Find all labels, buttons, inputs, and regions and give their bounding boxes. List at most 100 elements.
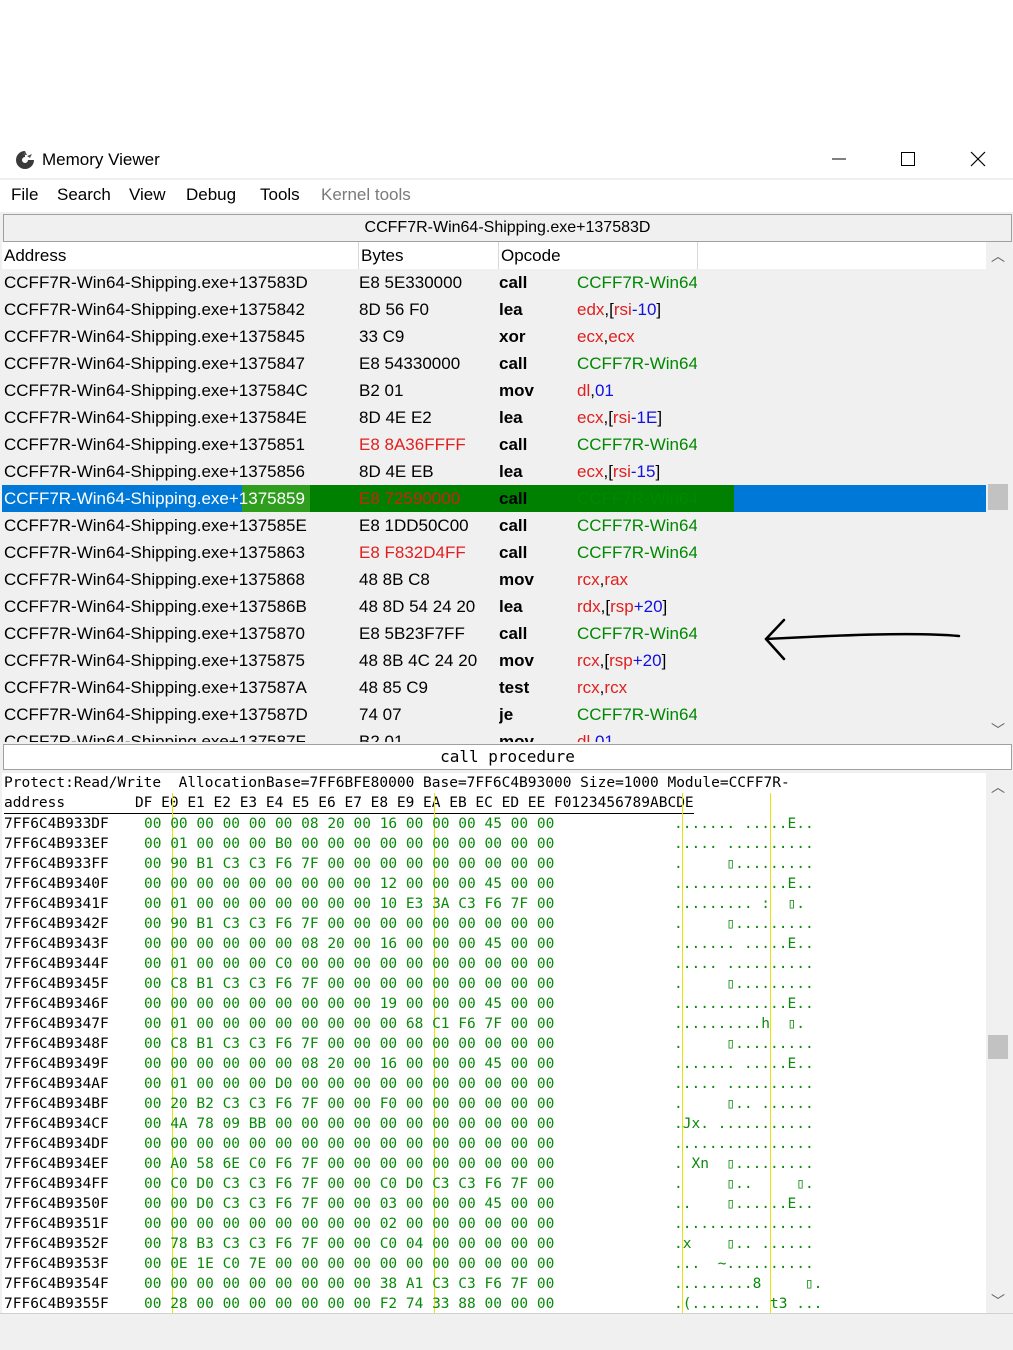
hex-row[interactable]: 7FF6C4B934DF 00 00 00 00 00 00 00 00 00 0… — [2, 1134, 986, 1154]
hex-ascii[interactable]: ......... : ▯. — [674, 894, 805, 914]
disassembly-row[interactable]: CCFF7R-Win64-Shipping.exe+1375868 48 8B C… — [2, 566, 986, 593]
disassembly-row[interactable]: CCFF7R-Win64-Shipping.exe+137587A 48 85 C… — [2, 674, 986, 701]
disassembly-row[interactable]: CCFF7R-Win64-Shipping.exe+137584C B2 01 mo… — [2, 377, 986, 404]
disassembly-row[interactable]: CCFF7R-Win64-Shipping.exe+1375847 E8 5433… — [2, 350, 986, 377]
disassembly-row[interactable]: CCFF7R-Win64-Shipping.exe+1375856 8D 4E E… — [2, 458, 986, 485]
hex-bytes[interactable]: 00 00 00 00 00 00 08 20 00 16 00 00 00 4… — [144, 1054, 554, 1074]
hex-row[interactable]: 7FF6C4B9354F 00 00 00 00 00 00 00 00 00 3… — [2, 1274, 986, 1294]
hex-ascii[interactable]: ................ — [674, 1214, 814, 1234]
hex-ascii[interactable]: . ▯.. ▯. — [674, 1174, 814, 1194]
hex-bytes[interactable]: 00 28 00 00 00 00 00 00 00 F2 74 33 88 0… — [144, 1294, 554, 1313]
hex-row[interactable]: 7FF6C4B9349F 00 00 00 00 00 00 08 20 00 1… — [2, 1054, 986, 1074]
hex-row[interactable]: 7FF6C4B934BF 00 20 B2 C3 C3 F6 7F 00 00 F… — [2, 1094, 986, 1114]
hex-ascii[interactable]: ..... .......... — [674, 834, 814, 854]
hex-view[interactable]: Protect:Read/Write AllocationBase=7FF6BF… — [2, 773, 986, 1313]
hex-row[interactable]: 7FF6C4B933EF 00 01 00 00 00 B0 00 00 00 0… — [2, 834, 986, 854]
hex-bytes[interactable]: 00 0E 1E C0 7E 00 00 00 00 00 00 00 00 0… — [144, 1254, 554, 1274]
hex-bytes[interactable]: 00 00 00 00 00 00 00 00 00 19 00 00 00 4… — [144, 994, 554, 1014]
hex-bytes[interactable]: 00 00 D0 C3 C3 F6 7F 00 00 03 00 00 00 4… — [144, 1194, 554, 1214]
hex-row[interactable]: 7FF6C4B9345F 00 C8 B1 C3 C3 F6 7F 00 00 0… — [2, 974, 986, 994]
hex-bytes[interactable]: 00 00 00 00 00 00 00 00 00 02 00 00 00 0… — [144, 1214, 554, 1234]
disassembly-scroll-thumb[interactable] — [988, 484, 1008, 510]
menu-tools[interactable]: Tools — [260, 185, 300, 205]
hex-ascii[interactable]: ....... .....E.. — [674, 814, 814, 834]
disassembly-row[interactable]: CCFF7R-Win64-Shipping.exe+137587D 74 07 je… — [2, 701, 986, 728]
menu-file[interactable]: File — [11, 185, 38, 205]
disassembly-row[interactable]: CCFF7R-Win64-Shipping.exe+137584E 8D 4E E… — [2, 404, 986, 431]
hex-ascii[interactable]: ..... .......... — [674, 954, 814, 974]
hex-bytes[interactable]: 00 00 00 00 00 00 00 00 00 38 A1 C3 C3 F… — [144, 1274, 554, 1294]
disassembly-view[interactable]: Address Bytes Opcode CCFF7R-Win64-Shippi… — [2, 242, 986, 742]
disassembly-address-bar[interactable]: CCFF7R-Win64-Shipping.exe+137583D — [3, 214, 1012, 242]
menu-view[interactable]: View — [129, 185, 166, 205]
title-bar[interactable]: Memory Viewer — [0, 140, 1013, 178]
hex-row[interactable]: 7FF6C4B9343F 00 00 00 00 00 00 08 20 00 1… — [2, 934, 986, 954]
hex-row[interactable]: 7FF6C4B9342F 00 90 B1 C3 C3 F6 7F 00 00 0… — [2, 914, 986, 934]
hex-ascii[interactable]: .............E.. — [674, 874, 814, 894]
hex-row[interactable]: 7FF6C4B9341F 00 01 00 00 00 00 00 00 00 1… — [2, 894, 986, 914]
column-header-bytes[interactable]: Bytes — [359, 242, 499, 269]
hex-row[interactable]: 7FF6C4B9355F 00 28 00 00 00 00 00 00 00 F… — [2, 1294, 986, 1313]
menu-debug[interactable]: Debug — [186, 185, 236, 205]
disassembly-scrollbar[interactable]: ︿ ﹀ — [986, 242, 1010, 742]
hex-bytes[interactable]: 00 90 B1 C3 C3 F6 7F 00 00 00 00 00 00 0… — [144, 854, 554, 874]
hex-bytes[interactable]: 00 C8 B1 C3 C3 F6 7F 00 00 00 00 00 00 0… — [144, 1034, 554, 1054]
hex-ascii[interactable]: ................ — [674, 1134, 814, 1154]
minimize-button[interactable] — [810, 140, 868, 178]
hex-ascii[interactable]: ..........h ▯. — [674, 1014, 805, 1034]
hex-ascii[interactable]: . ▯......... — [674, 1034, 814, 1054]
hex-ascii[interactable]: .........8 ▯. — [674, 1274, 822, 1294]
hex-row[interactable]: 7FF6C4B9340F 00 00 00 00 00 00 00 00 00 1… — [2, 874, 986, 894]
disassembly-row[interactable]: CCFF7R-Win64-Shipping.exe+1375842 8D 56 F… — [2, 296, 986, 323]
hex-bytes[interactable]: 00 C0 D0 C3 C3 F6 7F 00 00 C0 D0 C3 C3 F… — [144, 1174, 554, 1194]
disassembly-row-selected[interactable]: CCFF7R-Win64-Shipping.exe+1375859 E8 7259… — [2, 485, 986, 512]
hex-bytes[interactable]: 00 78 B3 C3 C3 F6 7F 00 00 C0 04 00 00 0… — [144, 1234, 554, 1254]
maximize-button[interactable] — [879, 140, 937, 178]
hex-bytes[interactable]: 00 01 00 00 00 D0 00 00 00 00 00 00 00 0… — [144, 1074, 554, 1094]
hex-bytes[interactable]: 00 01 00 00 00 00 00 00 00 10 E3 3A C3 F… — [144, 894, 554, 914]
disassembly-row[interactable]: CCFF7R-Win64-Shipping.exe+137585E E8 1DD5… — [2, 512, 986, 539]
scroll-up-icon[interactable]: ︿ — [986, 777, 1010, 797]
hex-bytes[interactable]: 00 00 00 00 00 00 00 00 00 12 00 00 00 4… — [144, 874, 554, 894]
hex-ascii[interactable]: ....... .....E.. — [674, 1054, 814, 1074]
scroll-down-icon[interactable]: ﹀ — [986, 720, 1010, 740]
disassembly-row[interactable]: CCFF7R-Win64-Shipping.exe+137583D E8 5E33… — [2, 269, 986, 296]
hex-bytes[interactable]: 00 00 00 00 00 00 00 00 00 00 00 00 00 0… — [144, 1134, 554, 1154]
hex-row[interactable]: 7FF6C4B9353F 00 0E 1E C0 7E 00 00 00 00 0… — [2, 1254, 986, 1274]
hex-row[interactable]: 7FF6C4B934CF 00 4A 78 09 BB 00 00 00 00 0… — [2, 1114, 986, 1134]
hex-scroll-thumb[interactable] — [988, 1035, 1008, 1059]
menu-search[interactable]: Search — [57, 185, 111, 205]
hex-ascii[interactable]: ....... .....E.. — [674, 934, 814, 954]
hex-ascii[interactable]: . ▯......... — [674, 854, 814, 874]
hex-row[interactable]: 7FF6C4B9352F 00 78 B3 C3 C3 F6 7F 00 00 C… — [2, 1234, 986, 1254]
hex-bytes[interactable]: 00 90 B1 C3 C3 F6 7F 00 00 00 00 00 00 0… — [144, 914, 554, 934]
hex-row[interactable]: 7FF6C4B9348F 00 C8 B1 C3 C3 F6 7F 00 00 0… — [2, 1034, 986, 1054]
hex-bytes[interactable]: 00 00 00 00 00 00 08 20 00 16 00 00 00 4… — [144, 934, 554, 954]
hex-ascii[interactable]: .x ▯.. ...... — [674, 1234, 814, 1254]
scroll-up-icon[interactable]: ︿ — [986, 246, 1010, 266]
column-header-address[interactable]: Address — [2, 242, 359, 269]
hex-ascii[interactable]: .(........ t3 ... — [674, 1294, 822, 1313]
hex-row[interactable]: 7FF6C4B934FF 00 C0 D0 C3 C3 F6 7F 00 00 C… — [2, 1174, 986, 1194]
hex-ascii[interactable]: . ▯.. ...... — [674, 1094, 814, 1114]
hex-ascii[interactable]: . Xn ▯......... — [674, 1154, 814, 1174]
hex-ascii[interactable]: ..... .......... — [674, 1074, 814, 1094]
hex-bytes[interactable]: 00 A0 58 6E C0 F6 7F 00 00 00 00 00 00 0… — [144, 1154, 554, 1174]
hex-bytes[interactable]: 00 01 00 00 00 C0 00 00 00 00 00 00 00 0… — [144, 954, 554, 974]
hex-ascii[interactable]: .............E.. — [674, 994, 814, 1014]
hex-ascii[interactable]: . ▯......... — [674, 974, 814, 994]
column-header-opcode[interactable]: Opcode — [499, 242, 698, 269]
close-button[interactable] — [949, 140, 1007, 178]
hex-row[interactable]: 7FF6C4B934EF 00 A0 58 6E C0 F6 7F 00 00 0… — [2, 1154, 986, 1174]
hex-ascii[interactable]: ... ~.......... — [674, 1254, 814, 1274]
hex-row[interactable]: 7FF6C4B9350F 00 00 D0 C3 C3 F6 7F 00 00 0… — [2, 1194, 986, 1214]
disassembly-row[interactable]: CCFF7R-Win64-Shipping.exe+1375851 E8 8A36… — [2, 431, 986, 458]
disassembly-row[interactable]: CCFF7R-Win64-Shipping.exe+137587F B2 01 mo… — [2, 728, 986, 742]
disassembly-row[interactable]: CCFF7R-Win64-Shipping.exe+1375863 E8 F832… — [2, 539, 986, 566]
hex-row[interactable]: 7FF6C4B934AF 00 01 00 00 00 D0 00 00 00 0… — [2, 1074, 986, 1094]
hex-row[interactable]: 7FF6C4B9351F 00 00 00 00 00 00 00 00 00 0… — [2, 1214, 986, 1234]
hex-row[interactable]: 7FF6C4B933FF 00 90 B1 C3 C3 F6 7F 00 00 0… — [2, 854, 986, 874]
hex-bytes[interactable]: 00 20 B2 C3 C3 F6 7F 00 00 F0 00 00 00 0… — [144, 1094, 554, 1114]
hex-ascii[interactable]: . ▯......... — [674, 914, 814, 934]
hex-ascii[interactable]: .Jx. ........... — [674, 1114, 814, 1134]
